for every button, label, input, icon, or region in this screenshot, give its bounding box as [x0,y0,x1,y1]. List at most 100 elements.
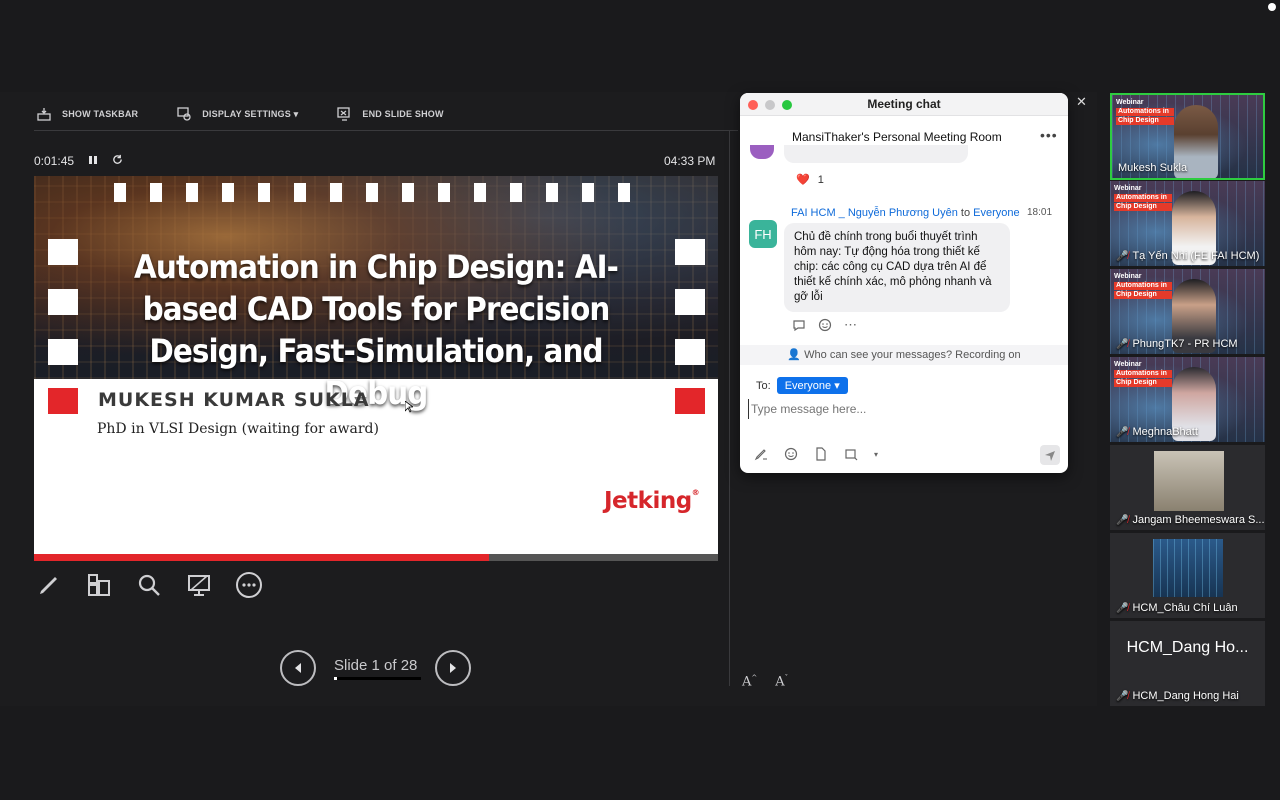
zoom-slide-icon[interactable] [134,570,164,600]
slide-progress-bar [34,554,718,561]
screenshot-dropdown-icon[interactable]: ▾ [874,450,878,459]
see-all-slides-icon[interactable] [84,570,114,600]
file-icon[interactable] [814,447,828,461]
message-input[interactable] [748,399,1048,419]
meeting-chat-window: Meeting chat MansiThaker's Personal Meet… [740,93,1068,473]
film-strip-decoration [114,183,630,202]
show-taskbar-label: SHOW TASKBAR [62,109,139,119]
visibility-notice-text: Who can see your messages? Recording on [804,349,1021,361]
participant-name: 🎤̸ HCM_Châu Chí Luân [1116,602,1238,614]
decor-square [675,289,705,315]
participant-display-name: HCM_Dang Ho... [1126,639,1249,656]
muted-mic-icon: 🎤̸ [1116,339,1129,350]
more-options-icon[interactable] [234,570,264,600]
recipient-dropdown[interactable]: Everyone ▾ [776,377,848,394]
visibility-notice[interactable]: 👤 Who can see your messages? Recording o… [740,345,1068,365]
emoji-icon[interactable] [784,447,798,461]
reaction[interactable]: ❤️ 1 [796,173,824,187]
sender-name[interactable]: FAI HCM _ Nguyễn Phương Uyên [791,207,958,219]
recipient-dropdown-value: Everyone [784,380,832,392]
display-settings-label: DISPLAY SETTINGS ▾ [202,108,299,119]
minimize-window-button[interactable] [765,100,775,110]
participant-name: 🎤̸ Jangam Bheemeswara S... [1116,514,1265,526]
message-actions: ⋯ [792,317,857,333]
taskbar-icon [37,108,51,121]
format-text-icon[interactable] [754,447,768,461]
person-icon: 👤 [787,349,802,361]
red-decor-square [675,388,705,414]
arrow-left-icon [295,663,301,673]
compose-toolbar: ▾ [754,447,878,461]
elapsed-time: 0:01:45 [34,154,75,168]
to-word: to [960,207,971,219]
participant-tile[interactable]: Webinar Automations in Chip Design 🎤̸ Phung… [1110,269,1265,354]
screenshot-icon[interactable] [844,447,858,461]
muted-mic-icon: 🎤̸ [1116,515,1129,526]
black-screen-icon[interactable] [184,570,214,600]
muted-mic-icon: 🎤̸ [1116,251,1129,262]
zoom-window-button[interactable] [782,100,792,110]
participant-name: 🎤̸ Tạ Yến Nhi (FE FAI HCM) [1116,250,1260,262]
close-chat-icon[interactable]: ✕ [1076,94,1087,110]
participant-tile[interactable]: Webinar Automations in Chip Design Mukesh … [1110,93,1265,180]
previous-message-bubble [784,145,968,163]
send-button[interactable] [1040,445,1060,465]
to-label: To: [756,379,771,392]
reaction-count: 1 [817,173,824,186]
muted-mic-icon: 🎤̸ [1116,691,1129,702]
participant-photo [1153,539,1223,597]
arrow-right-icon [450,663,457,673]
slide-counter[interactable]: Slide 1 of 28 [334,657,422,680]
pause-timer-icon[interactable] [88,154,98,168]
previous-slide-button[interactable] [280,650,316,686]
show-taskbar-button[interactable]: SHOW TASKBAR [36,106,138,122]
logo-text: Jetking [604,488,692,514]
presenter-toolbar: SHOW TASKBAR DISPLAY SETTINGS ▾ END SLID… [36,106,444,122]
participant-name: Mukesh Sukla [1118,162,1188,174]
message-bubble: Chủ đề chính trong buổi thuyết trình hôm… [784,223,1010,312]
increase-font-size-icon[interactable]: A^ [742,674,757,689]
next-slide-button[interactable] [435,650,472,686]
participant-tile[interactable]: Webinar Automations in Chip Design 🎤̸ Tạ Yế… [1110,181,1265,266]
restart-timer-icon[interactable] [112,154,123,168]
muted-mic-icon: 🎤̸ [1116,603,1129,614]
message-more-icon[interactable]: ⋯ [844,317,857,333]
participant-tile[interactable]: HCM_Dang Ho... 🎤̸ HCM_Dang Hong Hai [1110,621,1265,706]
participant-photo [1154,451,1224,511]
display-settings-icon [177,107,191,121]
message-header: FAI HCM _ Nguyễn Phương Uyên to Everyone [791,207,1020,219]
slide-tools [34,570,264,600]
reply-icon[interactable] [792,318,806,332]
chat-more-icon[interactable]: ••• [1040,127,1058,143]
mouse-cursor-icon [405,401,413,413]
slide-progress-fill [34,554,489,561]
close-window-button[interactable] [748,100,758,110]
decrease-font-size-icon[interactable]: Aˇ [775,674,788,689]
participant-name: 🎤̸ PhungTK7 - PR HCM [1116,338,1238,350]
message-time: 18:01 [1027,207,1053,218]
jetking-logo: Jetking® [604,488,700,514]
pane-divider[interactable] [729,130,730,686]
decor-square [675,339,705,365]
pen-tool-icon[interactable] [34,570,64,600]
participant-tile[interactable]: 🎤̸ HCM_Châu Chí Luân [1110,533,1265,618]
decor-square [48,239,78,265]
current-slide: Automation in Chip Design: AI-based CAD … [34,176,718,561]
webinar-banner: Webinar Automations in Chip Design [1116,99,1174,125]
slide-navigation: Slide 1 of 28 [280,650,472,686]
decor-square [48,289,78,315]
add-reaction-icon[interactable] [818,318,832,332]
end-slide-show-button[interactable]: END SLIDE SHOW [336,106,443,122]
webinar-banner: Webinar Automations in Chip Design [1114,361,1172,387]
previous-avatar [750,145,774,159]
participant-tile[interactable]: 🎤̸ Jangam Bheemeswara S... [1110,445,1265,530]
end-slide-show-icon [337,107,351,121]
display-settings-button[interactable]: DISPLAY SETTINGS ▾ [176,106,298,122]
recipient-row: To: Everyone ▾ [756,377,848,394]
sender-avatar[interactable]: FH [749,220,777,248]
notes-font-size-controls: A^ Aˇ [742,674,788,689]
participant-tile[interactable]: Webinar Automations in Chip Design 🎤̸ Meghn… [1110,357,1265,442]
webinar-banner: Webinar Automations in Chip Design [1114,185,1172,211]
speaker-name: MUKESH KUMAR SUKLA [98,389,370,411]
status-dot-icon [1268,3,1276,11]
